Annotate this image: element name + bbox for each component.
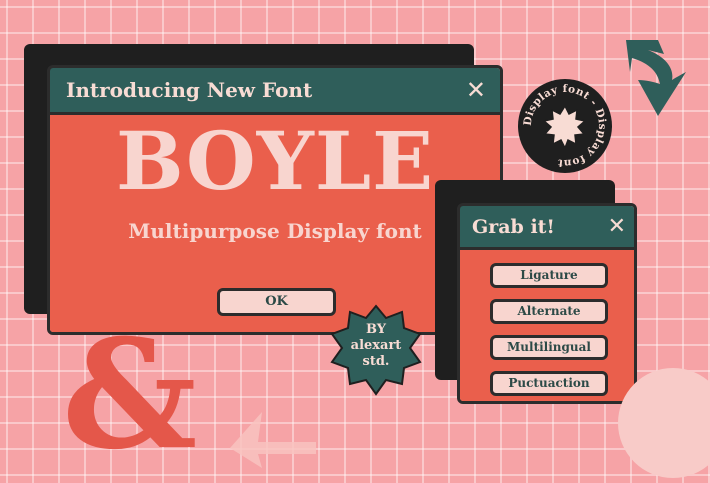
badge-line-3: std. bbox=[362, 354, 390, 369]
arrow-decoration-icon bbox=[618, 38, 688, 118]
side-window-titlebar[interactable]: Grab it! ✕ bbox=[460, 206, 634, 250]
close-icon[interactable]: ✕ bbox=[466, 78, 486, 102]
ligature-button[interactable]: Ligature bbox=[490, 263, 608, 288]
close-icon[interactable]: ✕ bbox=[608, 215, 626, 238]
alternate-button[interactable]: Alternate bbox=[490, 299, 608, 324]
faint-arrow-icon bbox=[228, 404, 318, 473]
display-font-stamp: Display font - Display font bbox=[517, 78, 613, 174]
badge-line-2: alexart bbox=[350, 338, 402, 353]
decorative-circle bbox=[618, 368, 710, 478]
font-headline: BOYLE bbox=[115, 114, 435, 208]
ok-button[interactable]: OK bbox=[217, 288, 336, 316]
punctuation-button[interactable]: Puctuaction bbox=[490, 371, 608, 396]
side-window: Grab it! ✕ Ligature Alternate Multilingu… bbox=[457, 203, 637, 404]
side-window-title: Grab it! bbox=[472, 215, 555, 238]
badge-line-1: BY bbox=[365, 322, 387, 337]
multilingual-button[interactable]: Multilingual bbox=[490, 335, 608, 360]
author-badge: BY alexart std. bbox=[330, 304, 422, 396]
font-subtitle: Multipurpose Display font bbox=[128, 219, 422, 243]
side-window-body: Ligature Alternate Multilingual Puctuact… bbox=[460, 250, 634, 401]
main-window-titlebar[interactable]: Introducing New Font ✕ bbox=[50, 68, 500, 115]
ampersand-glyph: & bbox=[62, 307, 198, 483]
stamp-graphic: Display font - Display font bbox=[518, 79, 612, 173]
main-window-body: BOYLE Multipurpose Display font OK bbox=[50, 115, 500, 332]
main-window-title: Introducing New Font bbox=[66, 78, 313, 102]
